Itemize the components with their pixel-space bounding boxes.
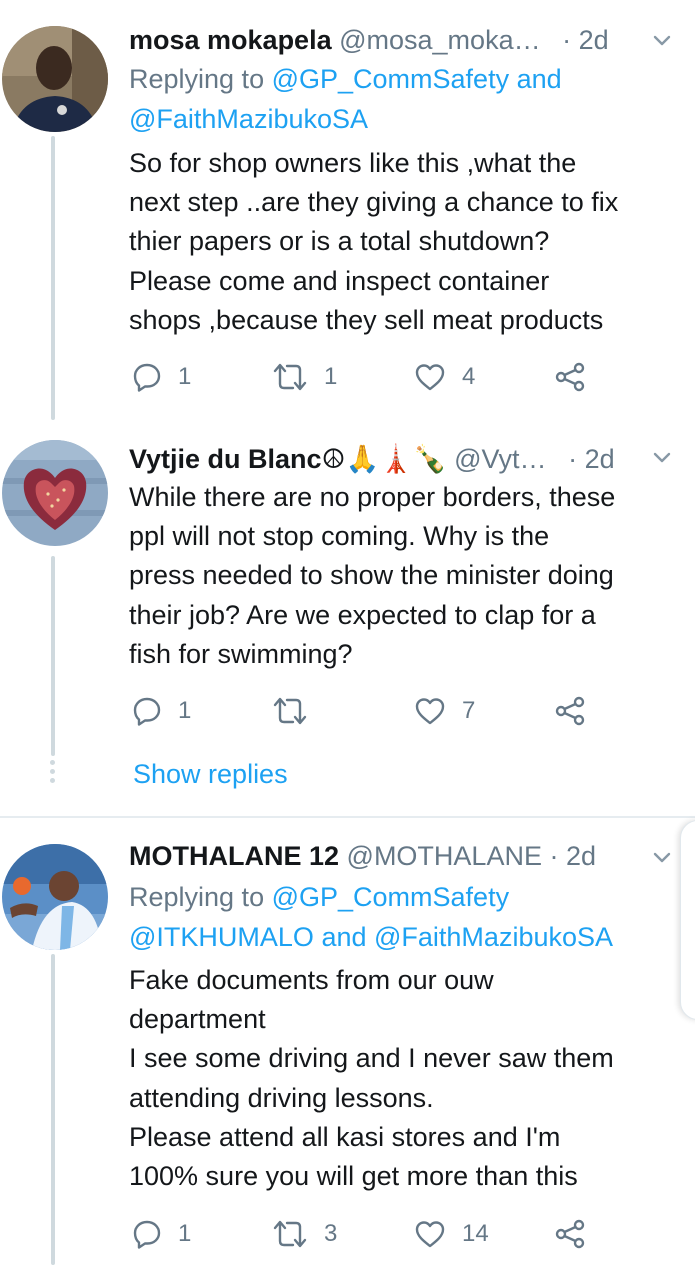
- like-button[interactable]: 4: [414, 359, 475, 395]
- tweet-text: So for shop owners like this ,what the n…: [129, 144, 675, 340]
- tweet-text-line: So for shop owners like this ,what the: [129, 148, 577, 178]
- tweet[interactable]: mosa mokapela @mosa_moka… · 2d Replying …: [0, 0, 695, 420]
- tweet-text-line: shops ,because they sell meat products: [129, 304, 604, 335]
- tweet-actions: 1 3 14: [132, 1216, 602, 1252]
- floating-card-edge: [680, 820, 695, 1020]
- reply-count: 1: [178, 697, 192, 724]
- display-name[interactable]: MOTHALANE 12: [129, 841, 339, 871]
- timestamp[interactable]: 2d: [579, 25, 609, 55]
- mention-and: and: [509, 64, 562, 94]
- display-name[interactable]: Vytjie du Blanc☮🙏🗼🍾: [129, 444, 447, 474]
- separator-dot: ·: [562, 25, 572, 55]
- retweet-count: 1: [324, 363, 338, 390]
- replying-prefix: Replying to: [129, 882, 272, 912]
- tweet-header: mosa mokapela @mosa_moka… · 2d: [129, 22, 675, 58]
- retweet-icon: [273, 697, 307, 725]
- thread-line: [51, 136, 55, 420]
- timestamp[interactable]: 2d: [585, 444, 615, 474]
- reply-icon: [133, 697, 161, 726]
- tweet-text-line: next step ..are they giving a chance to …: [129, 187, 619, 218]
- tweet-text-line: 100% sure you will get more than this: [129, 1161, 578, 1192]
- show-replies-link[interactable]: Show replies: [133, 756, 288, 792]
- tweet-text-line: press needed to show the minister doing: [129, 560, 614, 591]
- tweet-text-line: thier papers or is a total shutdown?: [129, 226, 550, 257]
- chevron-down-icon[interactable]: [653, 449, 671, 467]
- share-icon: [555, 696, 585, 726]
- like-count: 14: [462, 1220, 489, 1247]
- mention-link[interactable]: @FaithMazibukoSA: [374, 922, 613, 952]
- like-count: 7: [462, 697, 476, 724]
- reply-icon: [133, 1220, 161, 1249]
- tweet-header: Vytjie du Blanc☮🙏🗼🍾 @Vyt… · 2d: [129, 441, 675, 477]
- heart-icon: [415, 364, 445, 391]
- share-button[interactable]: [554, 693, 586, 729]
- tweet-text-line: Please attend all kasi stores and I'm: [129, 1121, 561, 1152]
- timestamp[interactable]: 2d: [566, 841, 596, 871]
- retweet-icon: [273, 1220, 307, 1248]
- share-icon: [555, 362, 585, 392]
- tweet-text-line: attending driving lessons.: [129, 1082, 434, 1113]
- tweet-text-line: fish for swimming?: [129, 638, 353, 669]
- retweet-button[interactable]: 3: [272, 1216, 337, 1252]
- tweet-text-line: While there are no proper borders, these: [129, 482, 616, 512]
- replying-to: Replying to @GP_CommSafety and @FaithMaz…: [129, 60, 675, 139]
- avatar[interactable]: [2, 26, 108, 132]
- separator-dot: ·: [549, 841, 559, 871]
- like-button[interactable]: 14: [414, 1216, 489, 1252]
- heart-icon: [415, 698, 445, 725]
- tweet-text-line: department: [129, 1004, 266, 1035]
- thread-dots: [50, 760, 56, 787]
- thread-line: [51, 556, 55, 756]
- tweet[interactable]: MOTHALANE 12 @MOTHALANE · 2d Replying to…: [0, 818, 695, 1265]
- chevron-down-icon[interactable]: [653, 32, 671, 50]
- mention-link[interactable]: @ITKHUMALO: [129, 922, 314, 952]
- avatar[interactable]: [2, 844, 108, 950]
- user-handle[interactable]: @Vyt…: [454, 444, 546, 474]
- mention-link[interactable]: @GP_CommSafety: [272, 882, 509, 912]
- like-count: 4: [462, 363, 476, 390]
- mention-link[interactable]: @GP_CommSafety: [272, 64, 509, 94]
- tweet-text-line: I see some driving and I never saw them: [129, 1043, 614, 1074]
- retweet-icon: [273, 363, 307, 391]
- replying-prefix: Replying to: [129, 64, 272, 94]
- user-handle[interactable]: @mosa_moka…: [339, 25, 540, 55]
- user-handle[interactable]: @MOTHALANE: [347, 841, 542, 871]
- mention-link[interactable]: @FaithMazibukoSA: [129, 104, 368, 134]
- mention-and: and: [313, 921, 374, 952]
- tweet-actions: 1 7: [132, 693, 602, 729]
- tweet[interactable]: Vytjie du Blanc☮🙏🗼🍾 @Vyt… · 2d While the…: [0, 420, 695, 808]
- share-button[interactable]: [554, 359, 586, 395]
- reply-button[interactable]: 1: [132, 693, 191, 729]
- share-button[interactable]: [554, 1216, 586, 1252]
- separator-dot: ·: [568, 444, 578, 474]
- tweet-text-line: Fake documents from our ouw: [129, 965, 494, 995]
- retweet-button[interactable]: 1: [272, 359, 337, 395]
- reply-button[interactable]: 1: [132, 1216, 191, 1252]
- tweet-text-line: Please come and inspect container: [129, 265, 550, 296]
- avatar[interactable]: [2, 440, 108, 546]
- thread-line: [51, 954, 55, 1265]
- tweet-text-line: ppl will not stop coming. Why is the: [129, 521, 550, 552]
- chevron-down-icon[interactable]: [653, 849, 671, 867]
- reply-button[interactable]: 1: [132, 359, 191, 395]
- retweet-button[interactable]: [272, 693, 324, 729]
- share-icon: [555, 1219, 585, 1249]
- like-button[interactable]: 7: [414, 693, 475, 729]
- reply-count: 1: [178, 1220, 192, 1247]
- tweet-text: While there are no proper borders, these…: [129, 478, 675, 674]
- reply-count: 1: [178, 363, 192, 390]
- tweet-actions: 1 1 4: [132, 359, 602, 395]
- tweet-text: Fake documents from our ouw department I…: [129, 961, 675, 1196]
- tweet-text-line: their job? Are we expected to clap for a: [129, 599, 596, 630]
- display-name[interactable]: mosa mokapela: [129, 25, 332, 55]
- reply-icon: [133, 363, 161, 392]
- replying-to: Replying to @GP_CommSafety @ITKHUMALO an…: [129, 878, 675, 957]
- retweet-count: 3: [324, 1220, 338, 1247]
- heart-icon: [415, 1221, 445, 1248]
- tweet-header: MOTHALANE 12 @MOTHALANE · 2d: [129, 838, 675, 874]
